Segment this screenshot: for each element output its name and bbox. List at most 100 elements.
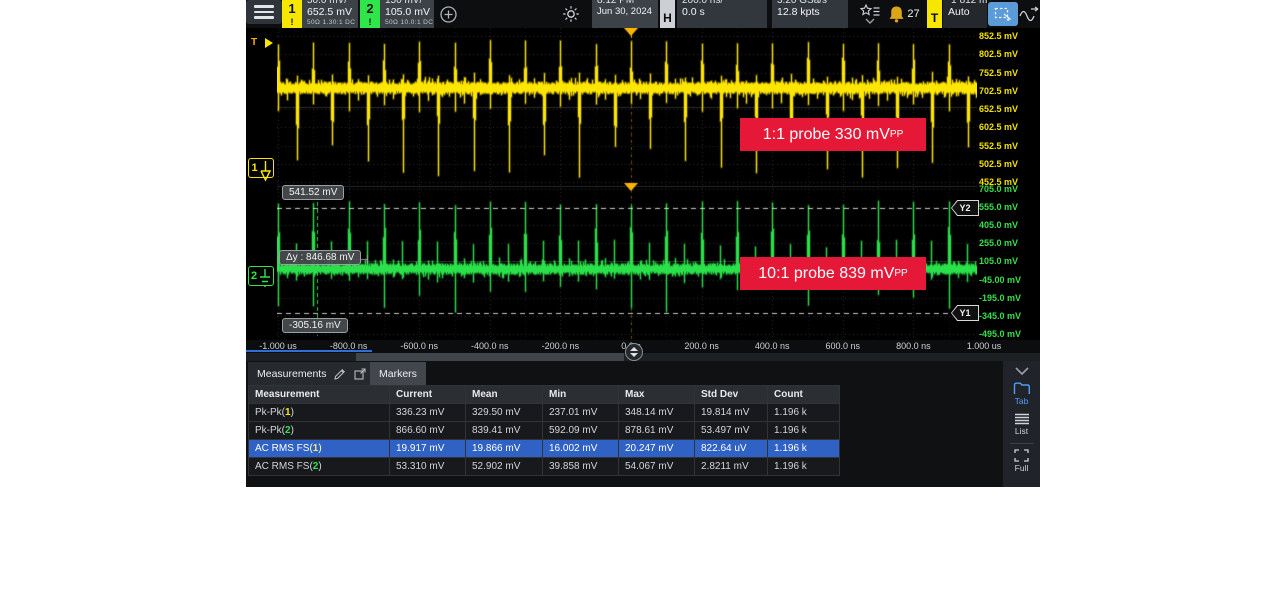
time-label: -600.0 ns	[400, 341, 438, 351]
bell-icon	[888, 5, 905, 23]
measurement-value: 53.497 mV	[695, 422, 768, 440]
tab-measurements[interactable]: Measurements	[248, 362, 375, 385]
measurement-row[interactable]: Pk-Pk(1)336.23 mV329.50 mV237.01 mV348.1…	[249, 404, 840, 422]
measurement-row[interactable]: Pk-Pk(2)866.60 mV839.41 mV592.09 mV878.6…	[249, 422, 840, 440]
voltage-label: 705.0 mV	[979, 184, 1018, 194]
cursor-delta-y-readout[interactable]: Δy : 846.68 mV	[279, 250, 361, 265]
scroll-up-icon	[630, 347, 638, 351]
voltage-label: 802.5 mV	[979, 49, 1018, 59]
time-label: 200.0 ns	[684, 341, 719, 351]
channel-2-warning-icon: !	[369, 17, 372, 27]
channel-1-warning-icon: !	[291, 17, 294, 27]
sine-arrow-icon	[1019, 6, 1039, 22]
channel-2-offset: 105.0 mV	[385, 6, 429, 18]
results-panel: Measurements Markers MeasurementCurrentM…	[246, 361, 1040, 487]
annotation-ch2-probe[interactable]: 10:1 probe 839 mVPP	[740, 257, 926, 290]
zoom-select-button[interactable]	[988, 2, 1018, 26]
measurement-row[interactable]: AC RMS FS(1)19.917 mV19.866 mV16.002 mV2…	[249, 440, 840, 458]
cursor-y1-readout[interactable]: -305.16 mV	[282, 318, 348, 333]
column-header[interactable]: Min	[543, 386, 619, 404]
measurement-value: 52.902 mV	[466, 458, 543, 476]
external-link-icon[interactable]	[354, 368, 366, 380]
voltage-label: 702.5 mV	[979, 86, 1018, 96]
voltage-label: 105.0 mV	[979, 256, 1018, 266]
add-channel-button[interactable]	[438, 4, 458, 24]
edit-pencil-icon[interactable]	[334, 368, 346, 380]
voltage-label: -195.0 mV	[979, 293, 1021, 303]
tab-markers[interactable]: Markers	[370, 362, 426, 385]
measurement-name: AC RMS FS(2)	[249, 458, 390, 476]
scroll-down-icon	[630, 353, 638, 357]
view-full-button[interactable]: Full	[1014, 449, 1029, 473]
channel-1-badge[interactable]: 1 !	[282, 0, 302, 28]
waveform-mode-button[interactable]	[1018, 4, 1040, 24]
channel-2-badge[interactable]: 2 !	[360, 0, 380, 28]
voltage-label: 652.5 mV	[979, 104, 1018, 114]
channel-2-coupling: 50Ω 10.0:1 DC	[385, 18, 429, 27]
list-view-icon	[1014, 413, 1030, 425]
memory-depth: 12.8 kpts	[777, 6, 843, 18]
channel-1-ground-marker[interactable]: 1	[248, 158, 274, 178]
horizontal-button[interactable]: H	[660, 0, 675, 28]
column-header[interactable]: Max	[619, 386, 695, 404]
measurement-value: 2.8211 mV	[695, 458, 768, 476]
column-header[interactable]: Current	[390, 386, 466, 404]
voltage-label: 852.5 mV	[979, 31, 1018, 41]
results-menu-button[interactable]	[857, 1, 883, 27]
measurement-value: 16.002 mV	[543, 440, 619, 458]
ground-icon	[259, 269, 271, 291]
channel-2-number: 2	[366, 1, 373, 17]
trigger-info[interactable]: 1 812 mV Auto	[943, 0, 987, 28]
column-header[interactable]: Mean	[466, 386, 543, 404]
horizontal-info[interactable]: 200.0 ns/ 0.0 s	[677, 0, 767, 28]
horizontal-scroll-handle[interactable]	[356, 353, 624, 361]
measurement-value: 237.01 mV	[543, 404, 619, 422]
column-header[interactable]: Count	[768, 386, 840, 404]
voltage-label: 502.5 mV	[979, 159, 1018, 169]
channel-1-number: 1	[288, 1, 295, 17]
channel-2-ground-marker[interactable]: 2	[248, 266, 274, 286]
brightness-button[interactable]	[560, 4, 582, 24]
channel-2-info[interactable]: 150 mV/ 105.0 mV 50Ω 10.0:1 DC	[380, 0, 434, 28]
chevron-down-icon	[865, 18, 875, 24]
time-label: 600.0 ns	[826, 341, 861, 351]
annotation-ch1-probe[interactable]: 1:1 probe 330 mVPP	[740, 118, 926, 151]
sun-icon	[562, 5, 580, 23]
clock-panel[interactable]: 8:12 PM Jun 30, 2024	[592, 0, 658, 28]
column-header[interactable]: Measurement	[249, 386, 390, 404]
plus-circle-icon	[440, 6, 457, 23]
measurement-value: 20.247 mV	[619, 440, 695, 458]
time-label: -400.0 ns	[471, 341, 509, 351]
collapse-chevron-icon[interactable]	[1015, 367, 1029, 375]
waveform-canvas[interactable]	[277, 28, 977, 340]
column-header[interactable]: Std Dev	[695, 386, 768, 404]
view-list-button[interactable]: List	[1014, 413, 1030, 436]
horizontal-position-knob[interactable]	[625, 343, 643, 361]
measurement-value: 1.196 k	[768, 440, 840, 458]
trigger-level-indicator[interactable]: T	[251, 37, 257, 48]
measurement-value: 592.09 mV	[543, 422, 619, 440]
acquisition-progress-bar	[246, 350, 372, 352]
measurement-value: 19.917 mV	[390, 440, 466, 458]
measurement-value: 19.814 mV	[695, 404, 768, 422]
time-label: 1.000 us	[967, 341, 1002, 351]
measurement-name: Pk-Pk(1)	[249, 404, 390, 422]
acquisition-info[interactable]: 3.20 GSa/s 12.8 kpts	[772, 0, 848, 28]
channel-1-coupling: 50Ω 1.30:1 DC	[307, 18, 353, 27]
measurement-value: 866.60 mV	[390, 422, 466, 440]
notifications-button[interactable]: 27	[883, 3, 925, 25]
measurement-value: 39.858 mV	[543, 458, 619, 476]
time-axis: -1.000 us-800.0 ns-600.0 ns-400.0 ns-200…	[246, 340, 1040, 361]
clock-date: Jun 30, 2024	[597, 6, 653, 18]
channel-1-offset: 652.5 mV	[307, 6, 353, 18]
channel-1-info[interactable]: 50.0 mV/ 652.5 mV 50Ω 1.30:1 DC	[302, 0, 358, 28]
cursor-y2-readout[interactable]: 541.52 mV	[282, 185, 344, 200]
time-label: 800.0 ns	[896, 341, 931, 351]
measurement-value: 1.196 k	[768, 422, 840, 440]
measurement-row[interactable]: AC RMS FS(2)53.310 mV52.902 mV39.858 mV5…	[249, 458, 840, 476]
view-tab-button[interactable]: Tab	[1013, 382, 1031, 406]
trigger-button[interactable]: T	[927, 0, 942, 28]
waveform-display: 852.5 mV802.5 mV752.5 mV702.5 mV652.5 mV…	[246, 28, 1040, 340]
menu-button[interactable]	[246, 0, 282, 24]
measurement-name: Pk-Pk(2)	[249, 422, 390, 440]
